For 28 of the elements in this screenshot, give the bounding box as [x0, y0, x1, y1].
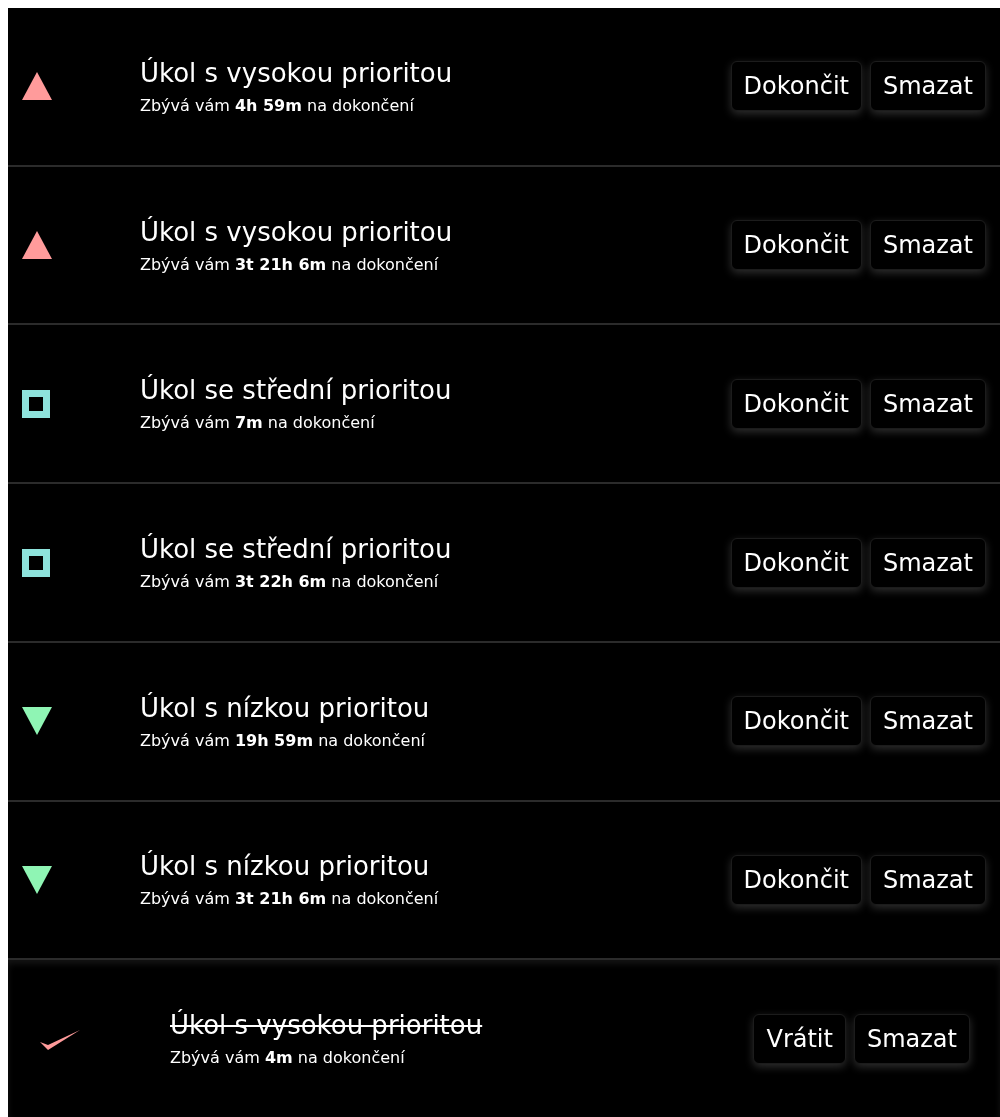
task-title: Úkol s vysokou prioritou — [170, 1010, 483, 1041]
task-title: Úkol s nízkou prioritou — [140, 851, 430, 882]
time-remaining: Zbývá vám 3t 21h 6m na dokončení — [140, 254, 439, 274]
undo-button[interactable]: Vrátit — [753, 1013, 846, 1064]
delete-button[interactable]: Smazat — [869, 378, 986, 429]
time-remaining: Zbývá vám 4h 59m na dokončení — [140, 95, 414, 115]
complete-button[interactable]: Dokončit — [730, 378, 862, 429]
delete-button[interactable]: Smazat — [853, 1013, 970, 1064]
delete-button[interactable]: Smazat — [869, 537, 986, 588]
complete-button[interactable]: Dokončit — [730, 61, 862, 112]
task-title: Úkol s vysokou prioritou — [140, 216, 453, 247]
delete-button[interactable]: Smazat — [869, 220, 986, 271]
time-remaining: Zbývá vám 19h 59m na dokončení — [140, 730, 425, 750]
task-title: Úkol se střední prioritou — [140, 375, 452, 406]
time-remaining: Zbývá vám 3t 22h 6m na dokončení — [140, 572, 439, 591]
delete-button[interactable]: Smazat — [869, 696, 986, 747]
complete-button[interactable]: Dokončit — [730, 854, 862, 905]
task-title: Úkol se střední prioritou — [140, 534, 452, 564]
task-title: Úkol s vysokou prioritou — [140, 57, 453, 88]
delete-button[interactable]: Smazat — [869, 854, 986, 905]
complete-button[interactable]: Dokončit — [730, 220, 862, 271]
complete-button[interactable]: Dokončit — [730, 696, 862, 747]
delete-button[interactable]: Smazat — [869, 61, 986, 112]
time-remaining: Zbývá vám 3t 21h 6m na dokončení — [140, 889, 439, 909]
time-remaining: Zbývá vám 4m na dokončení — [170, 1048, 405, 1068]
time-remaining: Zbývá vám 7m na dokončení — [140, 413, 375, 433]
task-title: Úkol s nízkou prioritou — [140, 692, 430, 723]
complete-button[interactable]: Dokončit — [730, 537, 862, 588]
